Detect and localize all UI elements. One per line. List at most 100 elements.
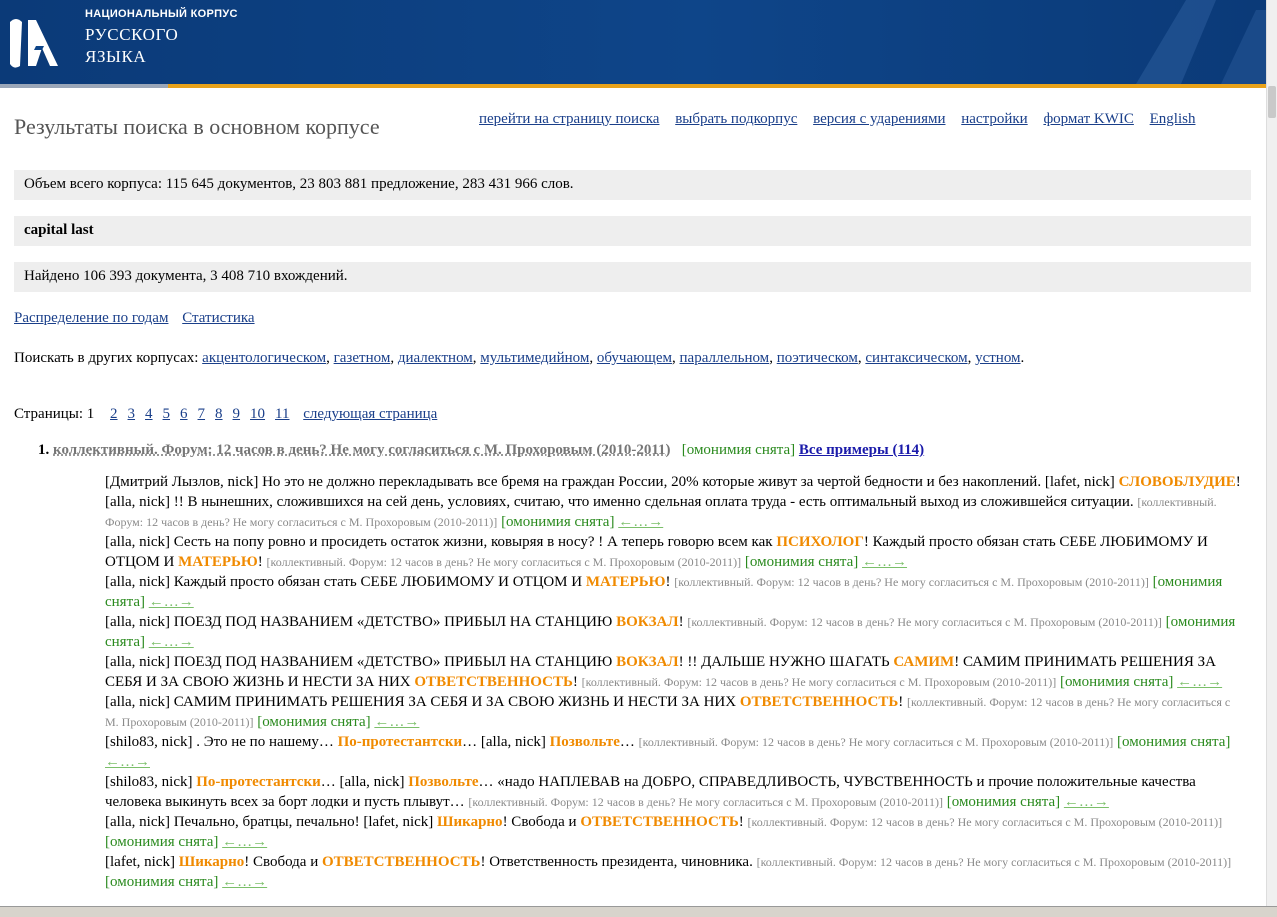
snippet-source[interactable]: [коллективный. Форум: 12 часов в день? Н… — [674, 575, 1149, 589]
link-statistics[interactable]: Статистика — [182, 310, 254, 326]
snippet: [alla, nick] Сесть на попу ровно и проси… — [105, 532, 1245, 572]
corpus-link[interactable]: поэтическом — [777, 350, 858, 366]
query-box: capital last — [14, 216, 1251, 246]
snippet-keyword: ВОКЗАЛ — [616, 614, 678, 630]
page-link[interactable]: 2 — [110, 406, 118, 422]
scrollbar[interactable] — [1266, 0, 1277, 916]
snippet-source[interactable]: [коллективный. Форум: 12 часов в день? Н… — [757, 855, 1232, 869]
scrollbar-thumb[interactable] — [1268, 86, 1276, 118]
page-link[interactable]: 6 — [180, 406, 188, 422]
corpus-link[interactable]: устном — [975, 350, 1020, 366]
snippet-homonymy: [омонимия снята] — [1117, 734, 1230, 750]
other-corpora-label: Поискать в других корпусах: — [14, 350, 198, 366]
corpus-link[interactable]: синтаксическом — [865, 350, 967, 366]
corpus-link[interactable]: газетном — [334, 350, 391, 366]
snippet-text: ! — [739, 814, 748, 830]
page-link[interactable]: 10 — [250, 406, 265, 422]
snippet-keyword: ОТВЕТСТВЕННОСТЬ — [580, 814, 738, 830]
snippet-text: [Дмитрий Лызлов, nick] Но это не должно … — [105, 474, 1119, 490]
corpus-link[interactable]: параллельном — [680, 350, 770, 366]
corpus-size-text: Объем всего корпуса: 115 645 документов,… — [24, 176, 574, 193]
ruscorpora-logo-icon — [6, 12, 68, 72]
link-settings[interactable]: настройки — [961, 111, 1027, 127]
snippet-keyword: По-протестантски — [196, 774, 321, 790]
top-links: перейти на страницу поиска выбрать подко… — [479, 111, 1207, 128]
corpus-link[interactable]: акцентологическом — [202, 350, 326, 366]
found-box: Найдено 106 393 документа, 3 408 710 вхо… — [14, 262, 1251, 292]
context-arrows-link[interactable]: ←…→ — [374, 714, 419, 730]
context-arrows-link[interactable]: ←…→ — [149, 634, 194, 650]
page-link[interactable]: 11 — [275, 406, 289, 422]
snippet-source[interactable]: [коллективный. Форум: 12 часов в день? Н… — [748, 815, 1223, 829]
link-kwic-format[interactable]: формат KWIC — [1043, 111, 1133, 127]
link-select-subcorpus[interactable]: выбрать подкорпус — [675, 111, 797, 127]
snippet-text: ! Свобода и — [244, 854, 322, 870]
next-page-link[interactable]: следующая страница — [303, 406, 437, 422]
snippet-keyword: САМИМ — [893, 654, 954, 670]
snippet: [Дмитрий Лызлов, nick] Но это не должно … — [105, 472, 1245, 532]
snippet-keyword: ВОКЗАЛ — [616, 654, 678, 670]
corpus-link[interactable]: диалектном — [398, 350, 473, 366]
snippet-text: [alla, nick] САМИМ ПРИНИМАТЬ РЕШЕНИЯ ЗА … — [105, 694, 740, 710]
context-arrows-link[interactable]: ←…→ — [222, 834, 267, 850]
snippet-list: [Дмитрий Лызлов, nick] Но это не должно … — [105, 472, 1245, 892]
banner-stripe-left — [0, 84, 168, 88]
all-examples-link[interactable]: Все примеры (114) — [799, 442, 924, 458]
context-arrows-link[interactable]: ←…→ — [105, 754, 150, 770]
snippet-homonymy: [омонимия снята] — [1060, 674, 1173, 690]
banner-decoration-icon — [1126, 0, 1266, 84]
corpus-size-box: Объем всего корпуса: 115 645 документов,… — [14, 170, 1251, 200]
banner-background: НАЦИОНАЛЬНЫЙ КОРПУС РУССКОГО ЯЗЫКА — [0, 0, 1266, 84]
snippet-source[interactable]: [коллективный. Форум: 12 часов в день? Н… — [267, 555, 742, 569]
context-arrows-link[interactable]: ←…→ — [862, 554, 907, 570]
snippet-keyword: МАТЕРЬЮ — [178, 554, 258, 570]
snippet-keyword: Позвольте — [408, 774, 478, 790]
page-link[interactable]: 4 — [145, 406, 153, 422]
result-document-title[interactable]: коллективный. Форум: 12 часов в день? Не… — [53, 442, 670, 458]
link-english[interactable]: English — [1150, 111, 1196, 127]
snippet: [alla, nick] ПОЕЗД ПОД НАЗВАНИЕМ «ДЕТСТВ… — [105, 652, 1245, 692]
snippet-text: [lafet, nick] — [105, 854, 179, 870]
context-arrows-link[interactable]: ←…→ — [1064, 794, 1109, 810]
query-text: capital last — [24, 222, 94, 239]
snippet-text: … [alla, nick] — [321, 774, 408, 790]
found-text: Найдено 106 393 документа, 3 408 710 вхо… — [24, 268, 348, 285]
snippet-text: [alla, nick] ПОЕЗД ПОД НАЗВАНИЕМ «ДЕТСТВ… — [105, 614, 616, 630]
snippet-source[interactable]: [коллективный. Форум: 12 часов в день? Н… — [468, 795, 943, 809]
page-link[interactable]: 5 — [163, 406, 171, 422]
link-search-page[interactable]: перейти на страницу поиска — [479, 111, 659, 127]
taskbar — [0, 906, 1277, 917]
snippet: [shilo83, nick] . Это не по нашему… По-п… — [105, 732, 1245, 772]
context-arrows-link[interactable]: ←…→ — [1177, 674, 1222, 690]
page-link[interactable]: 9 — [233, 406, 241, 422]
logo-line-2: РУССКОГО — [85, 24, 238, 46]
context-arrows-link[interactable]: ←…→ — [618, 514, 663, 530]
snippet-keyword: СЛОВОБЛУДИЕ — [1119, 474, 1236, 490]
link-year-distribution[interactable]: Распределение по годам — [14, 310, 168, 326]
logo-text: НАЦИОНАЛЬНЫЙ КОРПУС РУССКОГО ЯЗЫКА — [85, 8, 238, 68]
snippet-text: … — [620, 734, 639, 750]
snippet-keyword: Шикарно — [437, 814, 503, 830]
banner-stripe — [0, 84, 1266, 88]
snippet-source[interactable]: [коллективный. Форум: 12 часов в день? Н… — [582, 675, 1057, 689]
result-number: 1. — [38, 442, 49, 458]
snippet-keyword: ОТВЕТСТВЕННОСТЬ — [740, 694, 898, 710]
snippet-keyword: МАТЕРЬЮ — [586, 574, 666, 590]
snippet-homonymy: [омонимия снята] — [105, 874, 218, 890]
statistics-links: Распределение по годам Статистика — [14, 310, 265, 327]
corpus-link[interactable]: мультимедийном — [480, 350, 589, 366]
result-header: 1. коллективный. Форум: 12 часов в день?… — [38, 442, 924, 459]
snippet-source[interactable]: [коллективный. Форум: 12 часов в день? Н… — [639, 735, 1114, 749]
page-link[interactable]: 3 — [128, 406, 136, 422]
snippet-text: ! — [898, 694, 907, 710]
context-arrows-link[interactable]: ←…→ — [222, 874, 267, 890]
link-stress-version[interactable]: версия с ударениями — [813, 111, 945, 127]
snippet-keyword: ПСИХОЛОГ — [776, 534, 864, 550]
corpus-link[interactable]: обучающем — [597, 350, 672, 366]
other-corpora-list: акцентологическом, газетном, диалектном,… — [202, 350, 1024, 366]
page-link[interactable]: 8 — [215, 406, 223, 422]
page-link[interactable]: 7 — [198, 406, 206, 422]
snippet-source[interactable]: [коллективный. Форум: 12 часов в день? Н… — [687, 615, 1162, 629]
page-current: 1 — [87, 406, 95, 422]
context-arrows-link[interactable]: ←…→ — [149, 594, 194, 610]
